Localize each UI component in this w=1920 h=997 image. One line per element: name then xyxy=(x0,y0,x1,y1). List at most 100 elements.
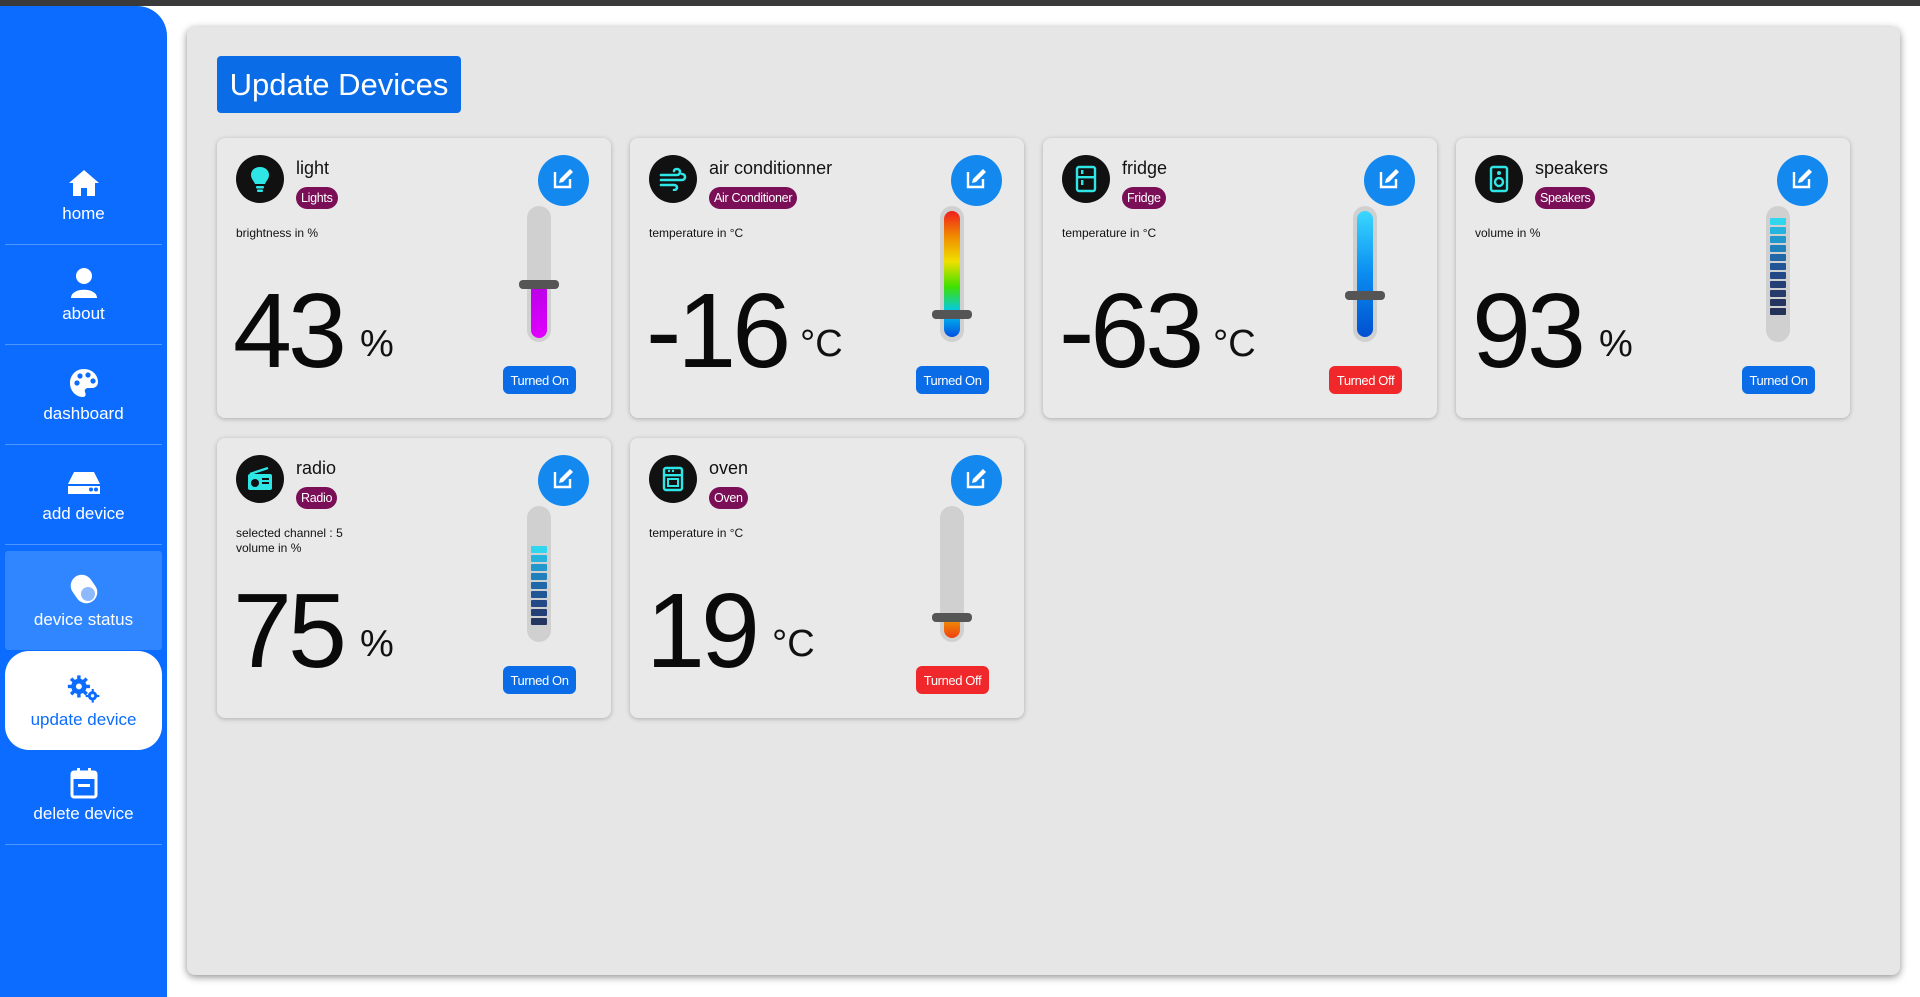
device-value: -16 xyxy=(646,272,791,390)
hdd-icon xyxy=(67,466,101,500)
wind-icon xyxy=(649,155,697,203)
status-button[interactable]: Turned Off xyxy=(1329,366,1402,394)
oven-icon xyxy=(649,455,697,503)
status-button[interactable]: Turned On xyxy=(503,666,576,694)
device-type-badge: Fridge xyxy=(1122,187,1166,209)
device-card-radio: radio Radio selected channel : 5 volume … xyxy=(217,438,611,718)
device-value: 75 xyxy=(233,572,347,690)
device-unit: °C xyxy=(800,323,843,365)
device-value: 93 xyxy=(1472,272,1586,390)
selected-channel-text: selected channel : 5 xyxy=(236,526,343,540)
edit-button[interactable] xyxy=(951,455,1002,506)
slider-handle[interactable] xyxy=(519,280,559,289)
sidebar-item-add-device[interactable]: add device xyxy=(5,446,162,545)
device-unit: % xyxy=(1599,323,1633,365)
device-name: air conditionner xyxy=(709,158,833,178)
sidebar-item-device-status[interactable]: device status xyxy=(5,551,162,650)
device-value: -63 xyxy=(1059,272,1204,390)
sidebar-item-label: home xyxy=(62,204,105,223)
home-icon xyxy=(67,166,101,200)
slider-handle[interactable] xyxy=(932,613,972,622)
status-button[interactable]: Turned On xyxy=(1742,366,1815,394)
volume-slider[interactable] xyxy=(527,506,551,642)
slider-handle[interactable] xyxy=(932,310,972,319)
device-name: radio xyxy=(296,458,337,478)
sidebar-item-label: dashboard xyxy=(43,404,124,423)
sidebar-item-update-device[interactable]: update device xyxy=(5,651,162,750)
sidebar: home about dashboard add device device s… xyxy=(0,6,167,997)
calendar-icon xyxy=(67,766,101,800)
edit-icon xyxy=(552,166,576,195)
volume-level-bars xyxy=(531,546,547,625)
edit-icon xyxy=(965,466,989,495)
device-unit: °C xyxy=(772,623,815,665)
temperature-slider[interactable] xyxy=(932,506,972,642)
device-name: oven xyxy=(709,458,749,478)
sidebar-item-label: delete device xyxy=(33,804,134,823)
edit-button[interactable] xyxy=(1777,155,1828,206)
volume-level-bars xyxy=(1770,218,1786,315)
status-button[interactable]: Turned Off xyxy=(916,666,989,694)
page-title: Update Devices xyxy=(217,56,461,113)
device-card-air-conditioner: air conditionner Air Conditioner tempera… xyxy=(630,138,1024,418)
device-value: 43 xyxy=(233,272,347,390)
device-unit: °C xyxy=(1213,323,1256,365)
device-meta: selected channel : 5 volume in % xyxy=(236,526,343,556)
device-type-badge: Oven xyxy=(709,487,748,509)
sidebar-item-label: about xyxy=(62,304,105,323)
sidebar-item-label: device status xyxy=(33,609,134,629)
device-type-badge: Air Conditioner xyxy=(709,187,798,209)
sidebar-item-delete-device[interactable]: delete device xyxy=(5,746,162,845)
device-type-badge: Radio xyxy=(296,487,338,509)
edit-icon xyxy=(1378,166,1402,195)
edit-button[interactable] xyxy=(538,455,589,506)
volume-slider[interactable] xyxy=(1766,206,1790,342)
device-meta: temperature in °C xyxy=(1062,226,1157,240)
sidebar-item-label: update device xyxy=(30,709,137,729)
volume-label-text: volume in % xyxy=(236,541,302,555)
device-meta: brightness in % xyxy=(236,226,319,240)
edit-button[interactable] xyxy=(1364,155,1415,206)
slider-fill xyxy=(1357,211,1373,337)
device-meta: volume in % xyxy=(1475,226,1541,240)
device-unit: % xyxy=(360,623,394,665)
user-icon xyxy=(67,266,101,300)
edit-icon xyxy=(1791,166,1815,195)
device-name: speakers xyxy=(1535,158,1609,178)
device-meta: temperature in °C xyxy=(649,526,744,540)
radio-icon xyxy=(236,455,284,503)
device-card-light: light Lights brightness in % 43 % Turned… xyxy=(217,138,611,418)
device-meta: temperature in °C xyxy=(649,226,744,240)
temperature-slider[interactable] xyxy=(932,206,972,342)
edit-button[interactable] xyxy=(538,155,589,206)
gears-icon xyxy=(67,672,101,706)
toggle-icon xyxy=(67,572,101,606)
edit-icon xyxy=(965,166,989,195)
status-button[interactable]: Turned On xyxy=(503,366,576,394)
edit-button[interactable] xyxy=(951,155,1002,206)
window-top-bar xyxy=(0,0,1920,6)
sidebar-item-about[interactable]: about xyxy=(5,246,162,345)
device-card-speakers: speakers Speakers volume in % 93 % Turne… xyxy=(1456,138,1850,418)
lightbulb-icon xyxy=(236,155,284,203)
speaker-icon xyxy=(1475,155,1523,203)
device-type-badge: Lights xyxy=(296,187,338,209)
device-type-badge: Speakers xyxy=(1535,187,1596,209)
edit-icon xyxy=(552,466,576,495)
sidebar-item-label: add device xyxy=(42,504,125,523)
device-name: fridge xyxy=(1122,158,1168,178)
slider-handle[interactable] xyxy=(1345,291,1385,300)
palette-icon xyxy=(67,366,101,400)
device-unit: % xyxy=(360,323,394,365)
slider-fill xyxy=(531,282,547,338)
temperature-slider[interactable] xyxy=(1345,206,1385,342)
device-card-fridge: fridge Fridge temperature in °C -63 °C T… xyxy=(1043,138,1437,418)
sidebar-item-dashboard[interactable]: dashboard xyxy=(5,346,162,445)
device-name: light xyxy=(296,158,330,178)
fridge-icon xyxy=(1062,155,1110,203)
brightness-slider[interactable] xyxy=(519,206,559,342)
main-panel: Update Devices light Lights brightness i… xyxy=(187,27,1900,975)
sidebar-item-home[interactable]: home xyxy=(5,146,162,245)
status-button[interactable]: Turned On xyxy=(916,366,989,394)
device-card-oven: oven Oven temperature in °C 19 °C Turned… xyxy=(630,438,1024,718)
